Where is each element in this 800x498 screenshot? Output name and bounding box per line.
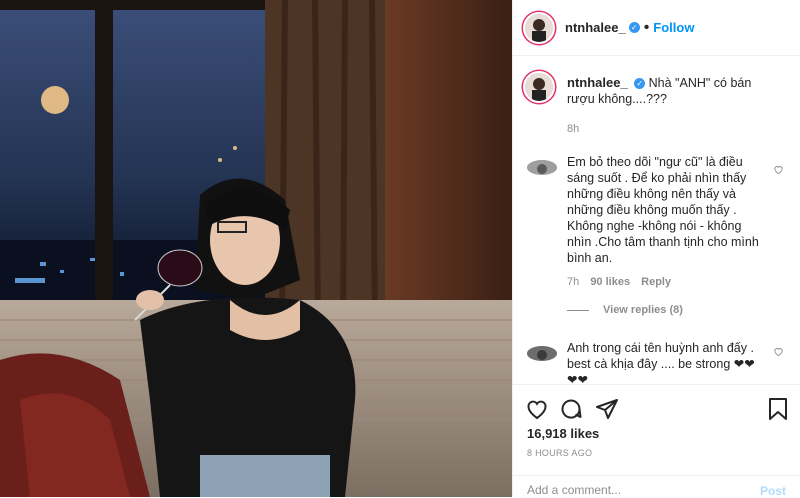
author-avatar-image [525, 13, 553, 42]
add-comment-input[interactable] [525, 482, 749, 498]
caption-avatar[interactable] [523, 71, 555, 103]
comment-1-avatar[interactable] [527, 160, 557, 175]
heart-icon[interactable] [525, 397, 549, 421]
post-photo-art [0, 0, 512, 497]
view-replies-button[interactable]: View replies (8) [567, 304, 683, 316]
add-comment-bar: Post [513, 475, 800, 498]
comment-1-heart-icon[interactable] [773, 164, 784, 175]
post-panel: ntnhalee_ ✓ • Follow ntnhalee_ ✓ Nhà "AN… [512, 0, 800, 498]
post-photo[interactable] [0, 0, 512, 497]
verified-icon: ✓ [628, 22, 640, 33]
caption-time: 8h [567, 123, 580, 135]
author-avatar[interactable] [523, 11, 555, 44]
comment-1-reply-button[interactable]: Reply [641, 276, 671, 288]
comment-2-avatar[interactable] [527, 346, 557, 361]
comment-1-time: 7h [567, 276, 580, 288]
comment-1-text: Em bỏ theo dõi "ngư cũ" là điều sáng suố… [567, 155, 759, 265]
comment-2-heart-icon[interactable] [773, 346, 784, 357]
view-replies-label: View replies (8) [603, 304, 683, 316]
post-header: ntnhalee_ ✓ • Follow [513, 0, 800, 56]
caption-verified-icon: ✓ [634, 78, 646, 90]
caption-avatar-image [525, 73, 553, 101]
likes-count[interactable]: 16,918 likes [527, 426, 599, 441]
comment-icon[interactable] [559, 397, 583, 421]
post-comment-button[interactable]: Post [760, 484, 786, 498]
separator-dot: • [643, 18, 650, 36]
caption-username[interactable]: ntnhalee_ [567, 75, 628, 90]
post-timestamp: 8 HOURS AGO [527, 448, 593, 458]
action-bar [513, 384, 800, 420]
bookmark-icon[interactable] [767, 397, 789, 421]
follow-button[interactable]: Follow [653, 20, 694, 35]
author-username[interactable]: ntnhalee_ [565, 20, 626, 35]
view-replies-line [567, 309, 589, 311]
comment-2-text: Anh trong cái tên huỳnh anh đấy . best c… [567, 341, 755, 387]
share-icon[interactable] [595, 397, 619, 421]
comment-1-likes[interactable]: 90 likes [590, 276, 630, 288]
comment-1-avatar-image [527, 160, 557, 175]
comment-2-avatar-image [527, 346, 557, 361]
comment-1-meta: 7h 90 likes Reply [567, 276, 671, 288]
caption-body: ntnhalee_ ✓ Nhà "ANH" có bán rượu không.… [567, 75, 777, 107]
